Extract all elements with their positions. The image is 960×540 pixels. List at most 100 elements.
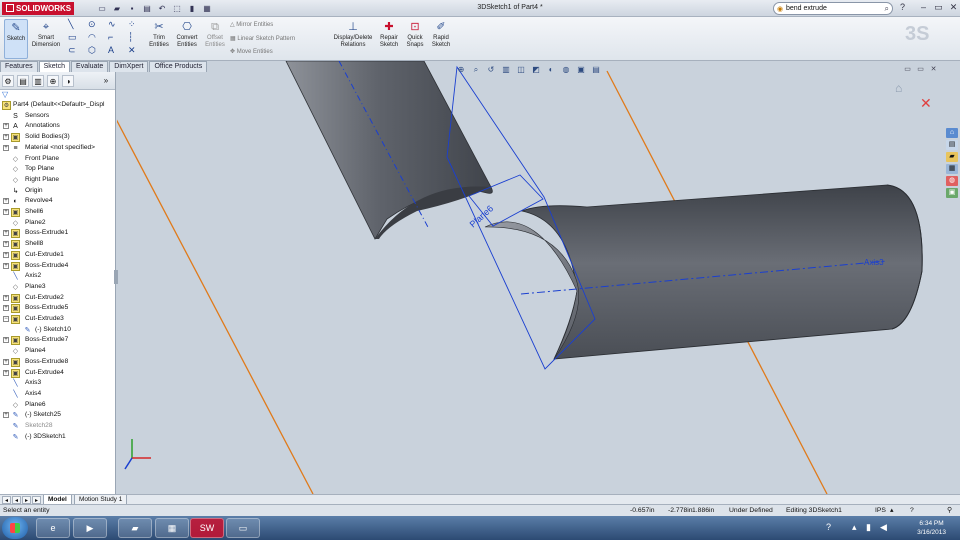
search-input[interactable]: ◉ bend extrude ⌕ <box>773 2 893 15</box>
move-entities-button[interactable]: ✥ Move Entities <box>230 48 273 55</box>
tab-evaluate[interactable]: Evaluate <box>71 61 109 72</box>
view-settings-icon[interactable]: ▤ <box>590 64 602 75</box>
section-view-icon[interactable]: ▥ <box>500 64 512 75</box>
repair-sketch-button[interactable]: ✚ Repair Sketch <box>377 19 401 59</box>
tree-item-solid-bodies-3[interactable]: + ▣ Solid Bodies(3) <box>0 132 116 143</box>
volume-tray-icon[interactable]: ◀ <box>880 522 887 533</box>
tree-item-shell8[interactable]: + ▣ Shell8 <box>0 239 116 250</box>
tree-item-boss-extrude8[interactable]: + ▣ Boss-Extrude8 <box>0 357 116 368</box>
expand-icon[interactable]: + <box>3 123 9 130</box>
tree-item-annotations[interactable]: + A Annotations <box>0 121 116 132</box>
sketch-button[interactable]: ✎ Sketch <box>4 19 28 59</box>
trim-entities-button[interactable]: ✂ Trim Entities <box>148 19 170 59</box>
view-orientation-icon[interactable]: ◫ <box>515 64 527 75</box>
tree-item-boss-extrude1[interactable]: + ▣ Boss-Extrude1 <box>0 228 116 239</box>
tree-item-sketch28[interactable]: ✎ Sketch28 <box>0 421 116 432</box>
hide-show-icon[interactable]: ◐ <box>545 64 557 75</box>
confirmation-corner-exit-icon[interactable]: ⌂ <box>895 81 902 95</box>
undo-icon[interactable]: ↶ <box>156 3 168 14</box>
tree-item-axis2[interactable]: ╲ Axis2 <box>0 271 116 282</box>
expand-icon[interactable]: + <box>3 241 9 248</box>
tree-item-plane4[interactable]: ◇ Plane4 <box>0 346 116 357</box>
file-explorer-icon[interactable]: ▰ <box>946 152 958 162</box>
quick-snaps-button[interactable]: ⊡ Quick Snaps <box>404 19 426 59</box>
select-icon[interactable]: ⬚ <box>171 3 183 14</box>
zoom-area-icon[interactable]: ⌕ <box>470 64 482 75</box>
slot-icon[interactable]: ⊂ <box>68 45 76 56</box>
last-tab-icon[interactable]: ▸ <box>32 496 41 504</box>
tree-item-sensors[interactable]: S Sensors <box>0 111 116 122</box>
tray-expand-icon[interactable]: ▴ <box>852 522 857 533</box>
help-icon[interactable]: ? <box>897 2 908 13</box>
expand-icon[interactable]: + <box>3 305 9 312</box>
circle-icon[interactable]: ⊙ <box>88 19 96 30</box>
expand-icon[interactable]: + <box>3 209 9 215</box>
feature-tree-icon[interactable]: ⚙ <box>2 75 14 87</box>
filter-icon[interactable]: ▽ <box>0 90 115 100</box>
expand-icon[interactable]: + <box>3 134 9 141</box>
offset-entities-button[interactable]: ⧉ Offset Entities <box>203 19 227 59</box>
plane-icon[interactable]: ✕ <box>128 45 136 56</box>
tree-item-cut-extrude3[interactable]: − ▣ Cut-Extrude3 <box>0 314 116 325</box>
configuration-manager-icon[interactable]: ▥ <box>32 75 44 87</box>
resources-icon[interactable]: ⌂ <box>946 128 958 138</box>
display-manager-icon[interactable]: ◑ <box>62 75 74 87</box>
viewport-restore-icon[interactable]: ▭ <box>916 65 925 74</box>
search-scope-icon[interactable]: ◉ <box>777 4 783 15</box>
tree-item-origin[interactable]: ↳ Origin <box>0 186 116 197</box>
system-clock[interactable]: 6:34 PM 3/16/2013 <box>917 519 946 537</box>
point-icon[interactable]: ⁘ <box>128 19 136 30</box>
smart-dimension-button[interactable]: ⌖ Smart Dimension <box>30 19 62 59</box>
zoom-to-fit-icon[interactable]: ⊕ <box>455 64 467 75</box>
tree-item-front-plane[interactable]: ◇ Front Plane <box>0 154 116 165</box>
expand-icon[interactable]: + <box>3 369 9 376</box>
rebuild-icon[interactable]: ▮ <box>186 3 198 14</box>
spline-icon[interactable]: ∿ <box>108 19 116 30</box>
help-tray-icon[interactable]: ? <box>826 522 831 532</box>
status-help-icon[interactable]: ? <box>910 505 914 516</box>
print-icon[interactable]: ▤ <box>141 3 153 14</box>
line-icon[interactable]: ╲ <box>68 19 73 30</box>
tree-item-3dsketch1[interactable]: ✎ (-) 3DSketch1 <box>0 432 116 443</box>
tree-item-revolve4[interactable]: + ◐ Revolve4 <box>0 196 116 207</box>
tree-item-boss-extrude5[interactable]: + ▣ Boss-Extrude5 <box>0 303 116 314</box>
tree-item-material-not-specified[interactable]: + ≡ Material <not specified> <box>0 143 116 154</box>
mirror-entities-button[interactable]: △ Mirror Entities <box>230 21 273 28</box>
display-style-icon[interactable]: ◩ <box>530 64 542 75</box>
tree-item-plane2[interactable]: ◇ Plane2 <box>0 218 116 229</box>
expand-icon[interactable]: + <box>3 337 9 344</box>
property-manager-icon[interactable]: ▤ <box>17 75 29 87</box>
tree-item-plane3[interactable]: ◇ Plane3 <box>0 282 116 293</box>
viewport-minimize-icon[interactable]: ▭ <box>903 65 912 74</box>
sketch-fillet-icon[interactable]: ⌐ <box>108 32 113 42</box>
browser-taskbar-icon[interactable]: e <box>36 518 70 538</box>
expand-icon[interactable]: + <box>3 412 9 419</box>
scene-icon[interactable]: ▣ <box>575 64 587 75</box>
orange-axis-line-left[interactable] <box>117 119 314 494</box>
restore-icon[interactable]: ▭ <box>933 2 944 13</box>
expand-icon[interactable]: + <box>3 230 9 237</box>
tree-item-axis3[interactable]: ╲ Axis3 <box>0 378 116 389</box>
appearances-icon[interactable]: ◍ <box>946 176 958 186</box>
tree-item-plane6[interactable]: ◇ Plane6 <box>0 400 116 411</box>
minimize-icon[interactable]: – <box>918 2 929 13</box>
confirmation-corner-cancel-icon[interactable]: ✕ <box>920 95 932 112</box>
polygon-icon[interactable]: ⬡ <box>88 45 96 56</box>
tab-sketch[interactable]: Sketch <box>38 61 71 72</box>
arc-icon[interactable]: ◠ <box>88 32 96 43</box>
dimxpert-manager-icon[interactable]: ⊕ <box>47 75 59 87</box>
solidworks-taskbar-icon[interactable]: SW <box>190 518 224 538</box>
chevron-right-icon[interactable]: » <box>100 75 112 87</box>
file-props-icon[interactable]: ▦ <box>201 3 213 14</box>
tree-item-sketch25[interactable]: + ✎ (-) Sketch25 <box>0 410 116 421</box>
media-taskbar-icon[interactable]: ▶ <box>73 518 107 538</box>
tree-item-boss-extrude4[interactable]: + ▣ Boss-Extrude4 <box>0 261 116 272</box>
expand-icon[interactable]: + <box>3 251 9 258</box>
new-doc-icon[interactable]: ▭ <box>96 3 108 14</box>
tree-item-shell6[interactable]: + ▣ Shell6 <box>0 207 116 218</box>
units-selector[interactable]: IPS <box>875 505 886 516</box>
tree-root-part[interactable]: ⚙ Part4 (Default<<Default>_Displ <box>0 100 116 111</box>
previous-view-icon[interactable]: ↺ <box>485 64 497 75</box>
units-dropdown-icon[interactable]: ▴ <box>890 505 893 516</box>
start-button[interactable] <box>2 517 28 539</box>
